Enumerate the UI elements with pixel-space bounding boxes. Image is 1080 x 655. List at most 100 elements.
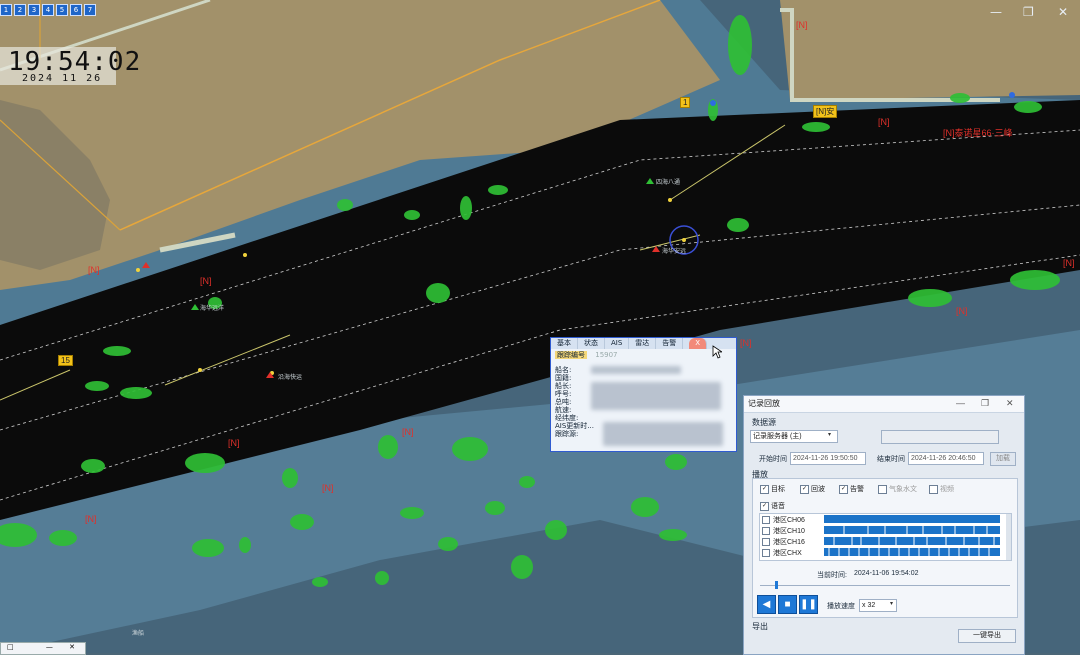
pause-icon: ❚❚: [800, 599, 817, 610]
server-address-field[interactable]: [881, 430, 999, 444]
tool-button[interactable]: 7: [84, 4, 96, 16]
channel-activity-bar: [824, 515, 1000, 523]
speed-label: 播放速度: [827, 603, 855, 610]
tab-radar[interactable]: 雷达: [629, 338, 657, 349]
map-target-label: [N]: [88, 265, 100, 275]
tool-button[interactable]: 4: [42, 4, 54, 16]
option-weather-checkbox[interactable]: 气象水文: [878, 484, 917, 494]
tool-button[interactable]: 3: [28, 4, 40, 16]
load-button[interactable]: 加载: [990, 452, 1016, 466]
checkbox-check-icon: ✓: [800, 484, 809, 494]
field-latlon: 经纬度:: [555, 414, 579, 422]
option-video-checkbox[interactable]: 视频: [929, 484, 954, 494]
voice-channel-list: 港区CH06 港区CH10 港区CH16 港区CHX: [759, 513, 1012, 561]
channel-row[interactable]: 港区CHX: [762, 548, 802, 558]
channel-row[interactable]: 港区CH06: [762, 515, 805, 525]
end-time-label: 结束时间: [877, 456, 905, 463]
map-berth-tag: 15: [58, 355, 73, 366]
map-target-label: [N]: [200, 276, 212, 286]
ship-name-label: 海华远洋: [200, 306, 225, 312]
tool-button[interactable]: 1: [0, 4, 12, 16]
export-section-label: 导出: [752, 622, 768, 631]
map-target-label: [N]: [228, 438, 240, 448]
checkbox-check-icon: ✓: [760, 484, 769, 494]
ship-name-label: 渔船: [132, 631, 145, 637]
ship-name-label: 海华安远: [662, 249, 687, 255]
map-target-label: [N]: [402, 427, 414, 437]
chevron-down-icon: ▾: [828, 432, 832, 438]
list-scrollbar[interactable]: [1006, 514, 1011, 560]
option-target-checkbox[interactable]: ✓ 目标: [760, 484, 785, 494]
close-icon[interactable]: ✕: [1006, 398, 1014, 409]
option-echo-checkbox[interactable]: ✓ 回波: [800, 484, 825, 494]
checkbox-check-icon: ✓: [760, 501, 769, 511]
track-id-row: 跟踪编号 15907: [551, 349, 736, 361]
field-flag: 国籍:: [555, 374, 572, 382]
map-target-label: [N]: [740, 338, 752, 348]
field-length: 船长:: [555, 382, 572, 390]
clock-date: 2024 11 26: [22, 73, 103, 84]
map-target-caption: [N]泰诺星66·三峰: [943, 128, 1013, 138]
restore-icon[interactable]: ❐: [981, 398, 989, 409]
source-select[interactable]: 记录服务器 (主): [750, 430, 838, 443]
popup-close-button[interactable]: X: [689, 338, 708, 349]
minimize-icon[interactable]: —: [990, 5, 1002, 19]
stop-button[interactable]: ■: [778, 595, 797, 614]
channel-activity-bar: [824, 548, 1000, 556]
map-berth-tag: [N]安: [813, 105, 838, 118]
tool-button[interactable]: 5: [56, 4, 68, 16]
rewind-icon: ◀: [762, 599, 771, 610]
channel-row[interactable]: 港区CH10: [762, 526, 805, 536]
voice-checkbox[interactable]: ✓ 语音: [760, 501, 785, 511]
map-target-label: [N]: [322, 483, 334, 493]
minimize-icon[interactable]: —: [956, 398, 965, 408]
channel-row[interactable]: 港区CH16: [762, 537, 805, 547]
playback-dialog: 记录回放 — ❐ ✕ 数据源 记录服务器 (主) ▾ 开始时间 2024-11-…: [743, 395, 1025, 655]
map-target-label: [N]: [1063, 258, 1075, 268]
export-button[interactable]: 一键导出: [958, 629, 1016, 643]
tab-alarm[interactable]: 告警: [656, 338, 684, 349]
current-time-value: 2024-11-06 19:54:02: [854, 570, 919, 577]
rewind-button[interactable]: ◀: [757, 595, 776, 614]
restore-icon[interactable]: ❐: [1023, 5, 1034, 19]
chevron-down-icon: ▾: [890, 601, 894, 607]
close-icon[interactable]: ✕: [69, 643, 75, 651]
map-toolbar: 1 2 3 4 5 6 7: [0, 4, 96, 16]
pause-button[interactable]: ❚❚: [799, 595, 818, 614]
minimize-icon[interactable]: —: [46, 643, 53, 651]
map-target-label: [N]: [956, 306, 968, 316]
popup-tabs: 基本 状态 AIS 雷达 告警 X: [551, 338, 736, 349]
field-speed: 航速:: [555, 406, 572, 414]
map-target-label: [N]: [796, 20, 808, 30]
minimized-panel: □ — ✕: [0, 642, 86, 655]
source-section-label: 数据源: [752, 418, 776, 427]
redacted-value: [591, 366, 681, 374]
end-time-input[interactable]: 2024-11-26 20:46:50: [908, 452, 984, 465]
playback-slider-thumb[interactable]: [775, 581, 778, 589]
track-id-value: 15907: [595, 351, 618, 359]
current-time-label: 当前时间:: [817, 572, 847, 579]
tab-basic[interactable]: 基本: [551, 338, 578, 349]
channel-activity-bar: [824, 526, 1000, 534]
channel-activity-bar: [824, 537, 1000, 545]
ship-fields: 船名: 国籍: 船长: 呼号: 总吨: 航速: 经纬度: AIS更新时... 跟…: [555, 366, 594, 438]
start-time-input[interactable]: 2024-11-26 19:50:50: [790, 452, 866, 465]
close-icon[interactable]: ✕: [1058, 5, 1068, 19]
tool-button[interactable]: 2: [14, 4, 26, 16]
panel-icon: □: [7, 643, 14, 651]
digital-clock: 19:54:02 2024 11 26: [0, 47, 140, 85]
tab-ais[interactable]: AIS: [605, 338, 630, 349]
map-target-label: [N]: [878, 117, 890, 127]
field-tonnage: 总吨:: [555, 398, 572, 406]
tab-status[interactable]: 状态: [578, 338, 605, 349]
field-track-source: 跟踪源:: [555, 430, 579, 438]
stop-icon: ■: [784, 599, 791, 610]
checkbox-check-icon: ✓: [839, 484, 848, 494]
ship-name-label: 四海八通: [656, 180, 681, 186]
option-alarm-checkbox[interactable]: ✓ 告警: [839, 484, 864, 494]
map-target-label: [N]: [85, 514, 97, 524]
field-ais-update: AIS更新时...: [555, 422, 594, 430]
playback-slider-track[interactable]: [760, 585, 1010, 586]
redacted-value: [603, 422, 723, 446]
tool-button[interactable]: 6: [70, 4, 82, 16]
